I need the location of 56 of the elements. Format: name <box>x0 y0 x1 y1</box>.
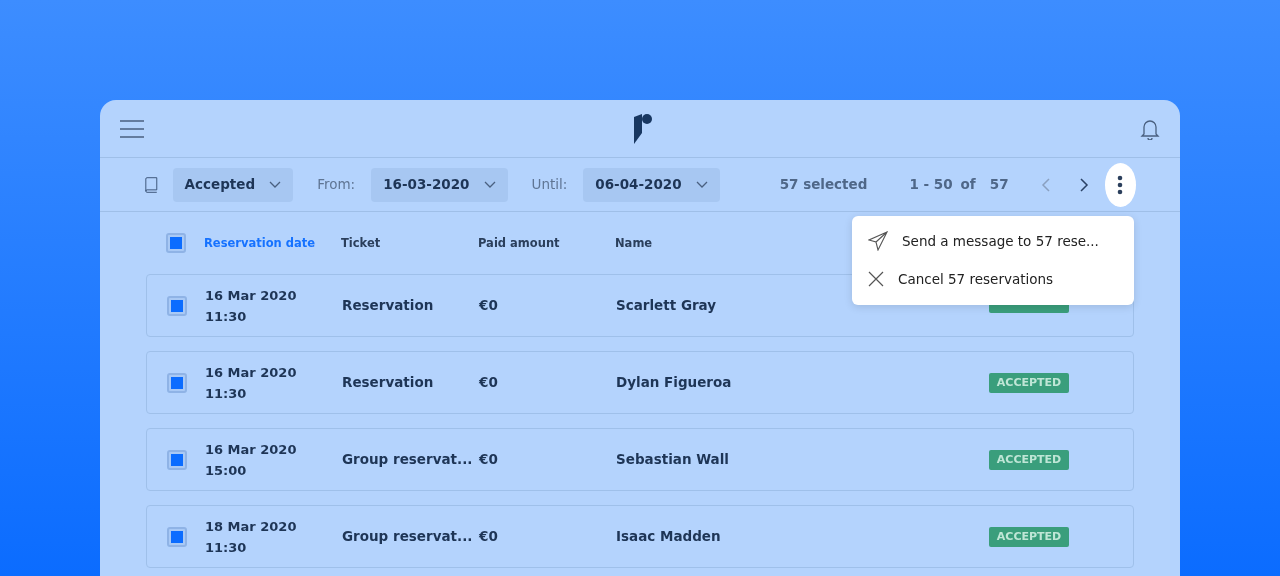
status-dropdown[interactable]: Accepted <box>172 167 294 202</box>
name-cell: Isaac Madden <box>616 528 721 545</box>
bell-icon[interactable] <box>1140 117 1160 140</box>
chevron-right-icon <box>1079 177 1089 192</box>
caret-icon <box>483 181 496 188</box>
reservation-date: 16 Mar 2020 <box>205 286 298 305</box>
ticket-cell: Group reservat... <box>342 528 473 545</box>
name-cell: Sebastian Wall <box>616 451 729 468</box>
date-dropdown[interactable]: 06-04-2020 <box>583 167 720 202</box>
ticket-cell: Reservation <box>342 374 434 391</box>
menu-item[interactable]: Send a message to 57 rese... <box>852 222 1134 261</box>
paid-amount-cell: €0 <box>479 528 498 545</box>
ticket-cell: Group reservat... <box>342 451 473 468</box>
column-header[interactable]: Name <box>615 236 653 251</box>
select-all-checkbox[interactable] <box>166 233 186 253</box>
menu-icon[interactable] <box>120 119 144 138</box>
date-dropdown[interactable]: 16-03-2020 <box>371 167 508 202</box>
more-icon <box>1117 174 1124 195</box>
column-header[interactable]: Paid amount <box>478 236 560 251</box>
caret-icon <box>269 181 282 188</box>
status-badge: ACCEPTED <box>989 372 1069 394</box>
column-header[interactable]: Ticket <box>341 236 381 251</box>
logo-icon <box>631 112 653 145</box>
paid-amount-cell: €0 <box>479 451 498 468</box>
name-cell: Dylan Figueroa <box>616 374 732 391</box>
from-label: From: <box>317 175 356 195</box>
paper-plane-icon <box>868 231 888 252</box>
reservation-date: 18 Mar 2020 <box>205 517 298 536</box>
reservation-time: 11:30 <box>205 384 248 403</box>
row-checkbox[interactable] <box>167 526 187 547</box>
total-count: 57 <box>989 175 1009 195</box>
row-checkbox[interactable] <box>167 295 187 316</box>
selected-count: 57 selected <box>779 175 868 195</box>
more-button[interactable] <box>1104 162 1136 207</box>
page-range: 1 - 50 <box>909 175 953 195</box>
ticket-cell: Reservation <box>342 297 434 314</box>
paid-amount-cell: €0 <box>479 297 498 314</box>
table-row[interactable]: 16 Mar 2020 15:00 Group reservat... €0 Sebastian Wall ACCEPTED <box>146 428 1134 491</box>
until-label: Until: <box>531 175 568 195</box>
table-row[interactable]: 16 Mar 2020 11:30 Reservation €0 Dylan Figueroa ACCEPTED <box>146 351 1134 414</box>
paid-amount-cell: €0 <box>479 374 498 391</box>
table-row[interactable]: 18 Mar 2020 11:30 Group reservat... €0 Isaac Madden ACCEPTED <box>146 505 1134 568</box>
name-cell: Scarlett Gray <box>616 297 717 314</box>
caret-icon <box>695 181 708 188</box>
row-checkbox[interactable] <box>167 449 187 470</box>
reservation-time: 11:30 <box>205 307 248 326</box>
close-icon <box>868 271 884 288</box>
row-checkbox[interactable] <box>167 372 187 393</box>
status-badge: ACCEPTED <box>989 526 1069 548</box>
reservation-time: 11:30 <box>205 538 248 557</box>
chevron-left-icon <box>1040 177 1050 192</box>
of-label: of <box>960 175 976 195</box>
status-badge: ACCEPTED <box>989 449 1069 471</box>
reservation-time: 15:00 <box>205 461 248 480</box>
reservation-date: 16 Mar 2020 <box>205 440 298 459</box>
reservation-date: 16 Mar 2020 <box>205 363 298 382</box>
